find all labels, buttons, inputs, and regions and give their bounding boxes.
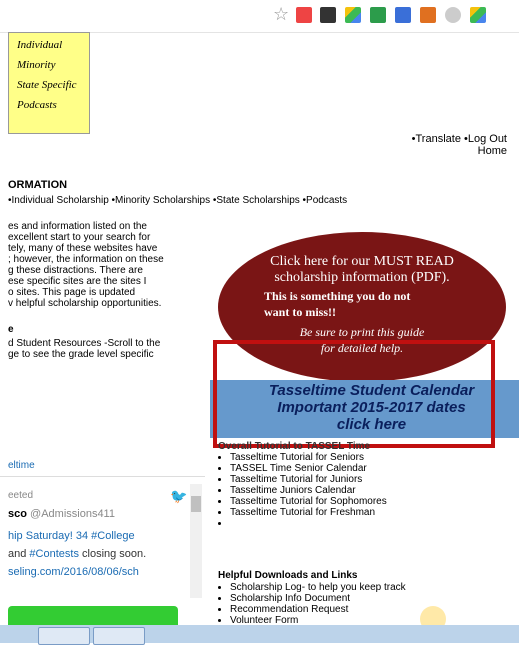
highlight-box [213,340,495,448]
help-list: Scholarship Log- to help you keep track … [230,582,406,626]
oval-text: This is something you do not [264,289,411,303]
translate-link[interactable]: •Translate [412,133,461,145]
section-subheading: e [8,324,14,335]
list-item[interactable]: Tasseltime Tutorial for Seniors [230,452,387,463]
list-item[interactable]: Tasseltime Tutorial for Sophomores [230,496,387,507]
scroll-thumb[interactable] [191,496,201,512]
oval-line2: This is something you do not want to mis… [264,288,486,320]
sticky-note-menu: Individual Minority State Specific Podca… [8,32,90,134]
para-line: tely, many of these websites have [8,243,158,254]
help-heading: Helpful Downloads and Links [218,570,358,581]
twitter-link[interactable]: eltime [8,460,35,471]
browser-toolbar: ☆ [0,0,519,33]
oval-text: want to miss!! [264,305,336,319]
para-line: ge to see the grade level specific [8,349,154,360]
sticky-item-minority[interactable]: Minority [17,57,89,73]
para-line: ese specific sites are the sites I [8,276,147,287]
red-plus-icon[interactable] [296,7,312,23]
tweet-scrollbar[interactable] [190,484,202,598]
tweet-text: and [8,548,30,560]
tutorials-heading[interactable]: Overall Tutorial to TASSEL Time [218,441,370,452]
list-item[interactable]: Scholarship Log- to help you keep track [230,582,406,593]
drive2-icon[interactable] [470,7,486,23]
list-item[interactable]: Tasseltime Tutorial for Freshman [230,507,387,518]
office-icon[interactable] [420,7,436,23]
hashtag-link[interactable]: #College [91,530,134,542]
para-line: es and information listed on the [8,221,147,232]
list-item[interactable]: Recommendation Request [230,604,406,615]
para-line: excellent start to your search for [8,232,151,243]
list-item[interactable]: Scholarship Info Document [230,593,406,604]
page-heading: ORMATION [8,179,68,191]
chrome-task-icon[interactable] [38,627,90,645]
list-item[interactable]: TASSEL Time Senior Calendar [230,463,387,474]
tweet-text[interactable]: hip Saturday! 34 [8,530,91,542]
tweet-line: hip Saturday! 34 #College [8,530,135,542]
drive-icon[interactable] [345,7,361,23]
tweet-url-link[interactable]: seling.com/2016/08/06/sch [8,566,139,578]
hashtag-link[interactable]: #Contests [29,548,79,560]
para-line: d Student Resources -Scroll to the [8,338,161,349]
evernote-icon[interactable] [370,7,386,23]
scholarship-nav-links[interactable]: •Individual Scholarship •Minority Schola… [8,195,347,206]
intro-paragraph: es and information listed on the excelle… [8,221,208,309]
para-line: ; however, the information on these [8,254,164,265]
para-line: g these distractions. There are [8,265,143,276]
oval-text: scholarship information (PDF). [274,270,450,285]
sticky-item-podcasts[interactable]: Podcasts [17,97,89,113]
windows-taskbar [0,625,519,645]
twitter-bird-icon: 🐦 [170,488,188,504]
film-icon[interactable] [320,7,336,23]
sticky-item-individual[interactable]: Individual [17,37,89,53]
tweet-author[interactable]: sco @Admissions411 [8,508,115,520]
retweeted-label: eeted [8,490,34,501]
list-item[interactable]: Tasseltime Tutorial for Juniors [230,474,387,485]
blue-square-icon[interactable] [395,7,411,23]
top-links: •Translate •Log Out Home [412,133,507,157]
oval-text: Be sure to print this guide [299,325,425,339]
list-item [230,518,387,529]
author-handle: @Admissions411 [30,508,115,520]
oval-line1: Click here for our MUST READ scholarship… [218,254,506,286]
para-line: v helpful scholarship opportunities. [8,298,162,309]
author-name: sco [8,508,27,520]
home-link[interactable]: Home [478,145,507,157]
resources-paragraph: d Student Resources -Scroll to the ge to… [8,338,208,360]
list-item[interactable]: Tasseltime Juniors Calendar [230,485,387,496]
sticky-item-state[interactable]: State Specific [17,77,89,93]
star-icon[interactable]: ☆ [273,4,289,25]
logout-link[interactable]: •Log Out [464,133,507,145]
tutorials-list: Tasseltime Tutorial for Seniors TASSEL T… [230,452,387,529]
clock-icon[interactable] [445,7,461,23]
tweet-line: seling.com/2016/08/06/sch [8,566,139,578]
oval-text: Click here for our MUST READ [270,254,454,269]
word-task-icon[interactable] [93,627,145,645]
para-line: o sites. This page is updated [8,287,136,298]
tweet-line: and #Contests closing soon. [8,548,146,560]
tweet-text: closing soon. [78,548,147,560]
